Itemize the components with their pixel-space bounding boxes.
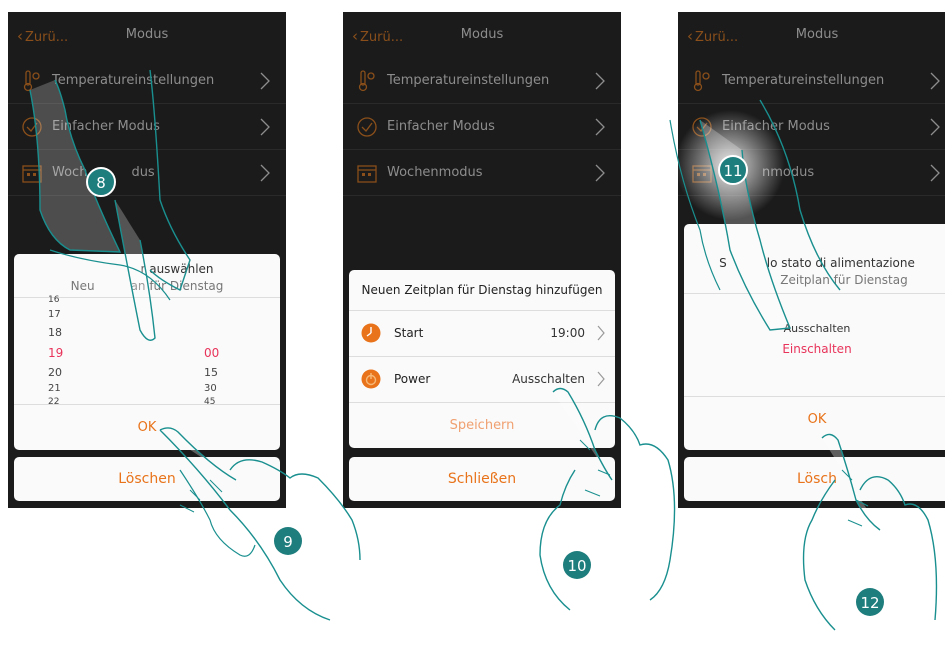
chevron-right-icon [595,72,605,90]
hour-option[interactable]: 21 [48,383,61,394]
time-picker[interactable]: 16 17 18 19 20 21 22 00 15 30 45 [14,295,280,407]
menu-item-weekly-mode[interactable]: Wochenmodus [343,150,621,196]
calendar-icon [22,165,42,183]
menu-label: Temperatureinstellungen [722,73,885,88]
hour-option[interactable]: 16 [48,295,59,305]
power-row[interactable]: Power Ausschalten [349,357,615,403]
menu-item-temperature[interactable]: Temperatureinstellungen [8,58,286,104]
chevron-right-icon [595,118,605,136]
step-badge-10: 10 [563,551,591,579]
dialog-title: Slo stato di alimentazione [719,256,915,270]
dialog-title: Neuen Zeitplan für Dienstag hinzufügen [349,270,615,311]
minute-option[interactable]: 30 [204,383,217,394]
hour-option[interactable]: 17 [48,309,61,320]
menu-item-simple-mode[interactable]: Einfacher Modus [8,104,286,150]
top-bar: ‹ Zurü... Modus [678,12,945,58]
power-label: Power [394,372,431,386]
delete-button[interactable]: Lösch [684,457,945,501]
calendar-icon [692,165,712,183]
save-button[interactable]: Speichern [349,403,615,448]
clock-icon [361,323,381,343]
power-value: Ausschalten [512,372,585,386]
menu-item-temperature[interactable]: Temperatureinstellungen [678,58,945,104]
page-title: Modus [795,27,839,42]
menu-label: Woch dus [52,165,155,180]
calendar-icon [357,165,377,183]
menu-label: Temperatureinstellungen [387,73,550,88]
thermometer-icon [23,70,40,92]
check-circle-icon [22,117,42,137]
menu-label: Temperatureinstellungen [52,73,215,88]
start-value: 19:00 [550,326,585,340]
ok-button[interactable]: OK [14,405,280,450]
menu-item-simple-mode[interactable]: Einfacher Modus [343,104,621,150]
top-bar: ‹ Zurü... Modus [343,12,621,58]
phone-screen-1: ‹ Zurü... Modus Temperatureinstellungen E… [8,12,286,508]
page-title: Modus [460,27,504,42]
minute-option-selected[interactable]: 00 [204,346,219,360]
check-circle-icon [357,117,377,137]
chevron-right-icon [260,164,270,182]
option-picker[interactable]: Ausschalten Einschalten [684,293,945,397]
delete-button[interactable]: Löschen [14,457,280,501]
top-bar: ‹ Zurü... Modus [8,12,286,58]
hour-option[interactable]: 20 [48,366,62,379]
minute-option[interactable]: 45 [204,397,215,407]
step-badge-9: 9 [274,527,302,555]
chevron-right-icon [597,325,605,341]
chevron-right-icon [930,164,940,182]
menu-label: Wochenmodus [387,165,483,180]
check-circle-icon [692,117,712,137]
menu-label: nmodus [762,165,815,180]
thermometer-icon [358,70,375,92]
dialog-title: r auswählen [140,262,214,276]
step-number: 12 [860,594,879,612]
menu-label: Einfacher Modus [387,119,495,134]
add-schedule-dialog: Neuen Zeitplan für Dienstag hinzufügen S… [349,270,615,448]
power-state-dialog: Slo stato di alimentazione Zeitplan für … [684,224,945,450]
power-icon [361,369,381,389]
step-number: 9 [283,533,293,551]
option-on-selected[interactable]: Einschalten [684,342,945,356]
menu-label: Einfacher Modus [722,119,830,134]
minute-option[interactable]: 15 [204,366,218,379]
menu-item-weekly-mode[interactable]: Woch dus [8,150,286,196]
chevron-right-icon [597,371,605,387]
start-label: Start [394,326,424,340]
chevron-right-icon [260,118,270,136]
chevron-right-icon [595,164,605,182]
chevron-right-icon [260,72,270,90]
menu-label: Einfacher Modus [52,119,160,134]
dialog-subtitle: Zeitplan für Dienstag [780,273,908,287]
hour-option-selected[interactable]: 19 [48,346,63,360]
hour-option[interactable]: 18 [48,326,62,339]
menu-item-weekly-mode[interactable]: nmodus [678,150,945,196]
phone-screen-3: ‹ Zurü... Modus Temperatureinstellungen E… [678,12,945,508]
chevron-right-icon [930,118,940,136]
page-title: Modus [125,27,169,42]
phone-screen-2: ‹ Zurü... Modus Temperatureinstellungen E… [343,12,621,508]
thermometer-icon [693,70,710,92]
dialog-subtitle: Neu an für Dienstag [70,279,224,293]
ok-button[interactable]: OK [684,397,945,443]
close-button[interactable]: Schließen [349,457,615,501]
step-badge-12: 12 [856,588,884,616]
time-picker-dialog: r auswählen Neu an für Dienstag 16 17 18 … [14,254,280,450]
menu-item-temperature[interactable]: Temperatureinstellungen [343,58,621,104]
menu-item-simple-mode[interactable]: Einfacher Modus [678,104,945,150]
hour-option[interactable]: 22 [48,397,59,407]
chevron-right-icon [930,72,940,90]
step-number: 10 [567,557,586,575]
option-off[interactable]: Ausschalten [684,322,945,335]
start-row[interactable]: Start 19:00 [349,311,615,357]
